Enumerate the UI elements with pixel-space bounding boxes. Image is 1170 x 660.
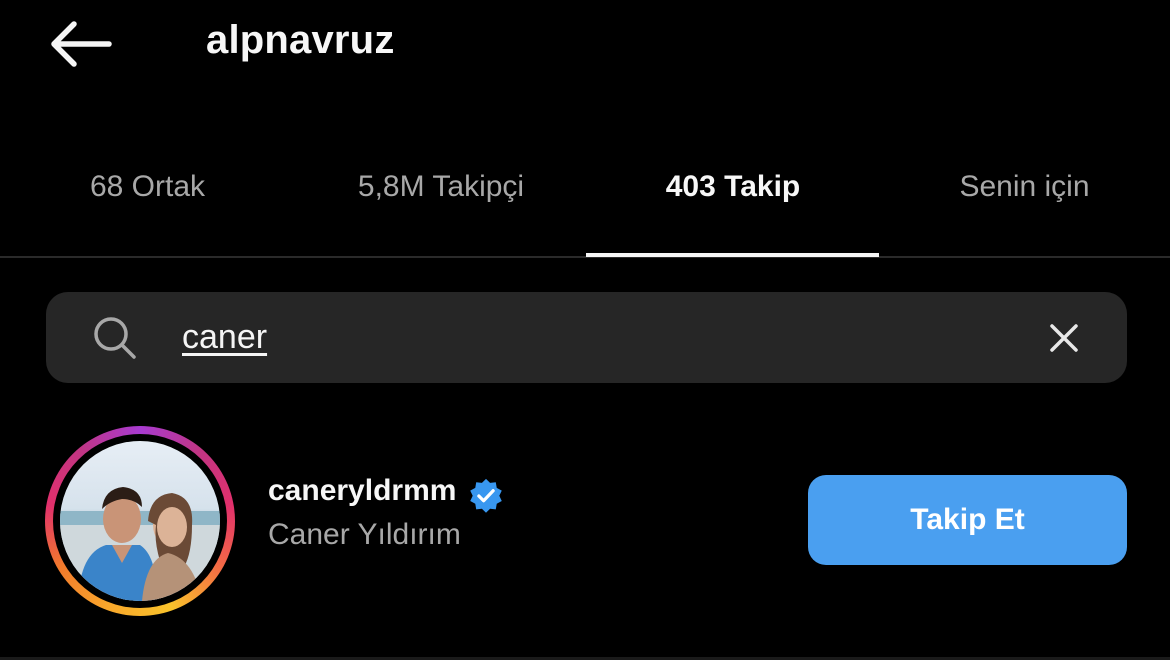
tab-mutual[interactable]: 68 Ortak — [0, 150, 295, 256]
verified-badge-icon — [470, 478, 502, 513]
result-username[interactable]: caneryldrmm — [268, 474, 456, 508]
follow-button[interactable]: Takip Et — [808, 475, 1127, 565]
tab-for-you[interactable]: Senin için — [879, 150, 1170, 256]
back-button[interactable] — [42, 16, 118, 72]
arrow-left-icon — [51, 21, 112, 67]
page-title: alpnavruz — [206, 18, 395, 62]
clear-search-button[interactable] — [1040, 314, 1088, 362]
avatar[interactable] — [60, 441, 220, 601]
tab-followers[interactable]: 5,8M Takipçi — [295, 150, 587, 256]
close-icon — [1050, 324, 1078, 352]
tab-bar: 68 Ortak 5,8M Takipçi 403 Takip Senin iç… — [0, 150, 1170, 258]
screen: alpnavruz 68 Ortak 5,8M Takipçi 403 Taki… — [0, 0, 1170, 660]
search-icon — [94, 317, 136, 359]
avatar-photo — [60, 487, 220, 601]
header: alpnavruz — [0, 0, 1170, 90]
active-tab-indicator — [586, 253, 879, 257]
tab-following[interactable]: 403 Takip — [587, 150, 879, 256]
result-full-name: Caner Yıldırım — [268, 518, 461, 551]
search-input[interactable] — [182, 312, 982, 362]
